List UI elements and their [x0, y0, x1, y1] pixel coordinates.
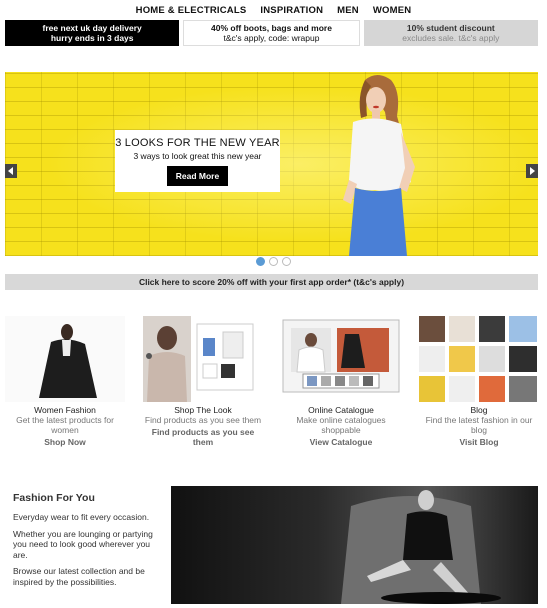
nav-men[interactable]: MEN [337, 5, 359, 16]
tile-look-desc: Find products as you see them [144, 415, 262, 425]
tile-women-desc: Get the latest products for women [16, 415, 114, 435]
tile-catalogue-title: Online Catalogue [308, 405, 374, 415]
hero-model-image [343, 75, 415, 256]
fashion-for-you: Fashion For You Everyday wear to fit eve… [13, 492, 153, 593]
hero-carousel: 3 LOOKS FOR THE NEW YEAR 3 ways to look … [5, 72, 538, 256]
promo-discount-title: 40% off boots, bags and more [211, 23, 332, 33]
carousel-dot-3[interactable] [282, 257, 291, 266]
fashion-heading: Fashion For You [13, 492, 95, 504]
promo-delivery[interactable]: free next uk day delivery hurry ends in … [5, 20, 180, 46]
carousel-prev-button[interactable] [5, 164, 17, 178]
carousel-dot-1[interactable] [256, 257, 265, 266]
carousel-dots [0, 257, 547, 266]
promo-student-sub: excludes sale. t&c's apply [402, 33, 500, 43]
visit-blog-link[interactable]: Visit Blog [459, 437, 498, 447]
chevron-left-icon [8, 167, 13, 175]
tile-look-title: Shop The Look [174, 405, 232, 415]
carousel-dot-2[interactable] [269, 257, 278, 266]
carousel-next-button[interactable] [526, 164, 538, 178]
promo-delivery-title: free next uk day delivery [42, 23, 142, 33]
promo-delivery-sub: hurry ends in 3 days [50, 33, 134, 43]
find-products-link[interactable]: Find products as you see them [143, 427, 263, 447]
nav-inspiration[interactable]: INSPIRATION [260, 5, 323, 16]
fashion-paragraph-3: Browse our latest collection and be insp… [13, 566, 145, 587]
blog-image [419, 316, 539, 402]
view-catalogue-link[interactable]: View Catalogue [310, 437, 373, 447]
tile-women-fashion[interactable]: Women Fashion Get the latest products fo… [5, 316, 125, 447]
chevron-right-icon [530, 167, 535, 175]
tile-blog[interactable]: Blog Find the latest fashion in our blog… [419, 316, 539, 447]
tile-women-title: Women Fashion [34, 405, 96, 415]
fashion-paragraph-2: Whether you are lounging or partying you… [13, 528, 153, 560]
shop-the-look-image [143, 316, 263, 402]
shop-now-link[interactable]: Shop Now [44, 437, 86, 447]
promo-discount[interactable]: 40% off boots, bags and more t&c's apply… [183, 20, 360, 46]
women-fashion-image [5, 316, 125, 402]
promo-discount-sub: t&c's apply, code: wrapup [223, 33, 320, 43]
promo-student[interactable]: 10% student discount excludes sale. t&c'… [363, 20, 538, 46]
nav-women[interactable]: WOMEN [373, 5, 411, 16]
nav-home-electricals[interactable]: HOME & ELECTRICALS [136, 5, 247, 16]
hero-title: 3 LOOKS FOR THE NEW YEAR [115, 137, 280, 149]
promo-student-title: 10% student discount [406, 23, 495, 33]
tile-blog-desc: Find the latest fashion in our blog [425, 415, 533, 435]
online-catalogue-image [281, 316, 401, 402]
fashion-feature-image [171, 486, 538, 604]
read-more-button[interactable]: Read More [166, 166, 229, 186]
tile-blog-title: Blog [470, 405, 488, 415]
hero-subtitle: 3 ways to look great this new year [133, 151, 262, 161]
tile-shop-the-look[interactable]: Shop The Look Find products as you see t… [143, 316, 263, 447]
tile-catalogue-desc: Make online catalogues shoppable [296, 415, 386, 435]
promo-strip: free next uk day delivery hurry ends in … [5, 20, 538, 46]
feature-tiles: Women Fashion Get the latest products fo… [5, 316, 539, 447]
fashion-paragraph-1: Everyday wear to fit every occasion. [13, 512, 150, 522]
hero-card: 3 LOOKS FOR THE NEW YEAR 3 ways to look … [115, 130, 280, 192]
tile-online-catalogue[interactable]: Online Catalogue Make online catalogues … [281, 316, 401, 447]
top-nav: HOME & ELECTRICALS INSPIRATION MEN WOMEN [0, 0, 547, 20]
app-offer-banner[interactable]: Click here to score 20% off with your fi… [5, 274, 538, 290]
